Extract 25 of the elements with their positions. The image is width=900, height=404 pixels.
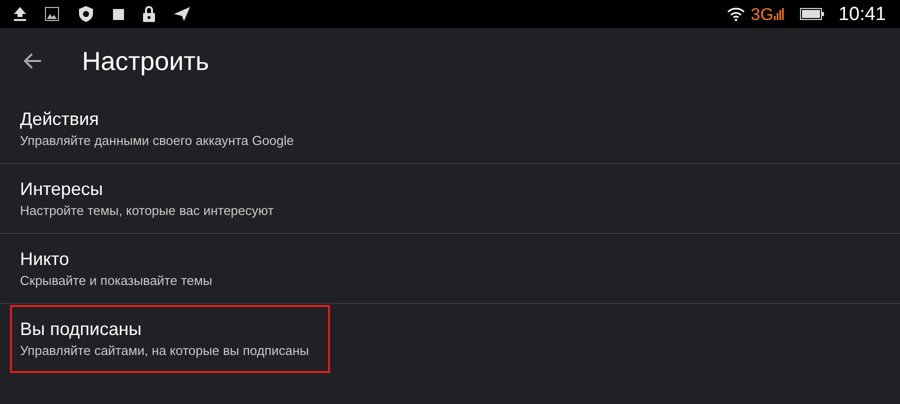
square-icon bbox=[113, 8, 124, 20]
settings-item[interactable]: Никто Скрывайте и показывайте темы bbox=[10, 234, 510, 302]
item-subtitle: Настройте темы, которые вас интересуют bbox=[20, 202, 275, 220]
battery-icon bbox=[800, 8, 824, 20]
page-title: Настроить bbox=[82, 44, 210, 78]
signal-icon bbox=[774, 8, 784, 20]
shield-icon bbox=[78, 6, 94, 22]
lock-icon bbox=[143, 6, 155, 22]
item-title: Никто bbox=[20, 248, 70, 270]
paper-plane-icon bbox=[174, 7, 190, 21]
back-arrow-icon bbox=[24, 53, 42, 69]
upload-icon bbox=[14, 7, 26, 21]
item-subtitle: Управляйте сайтами, на которые вы подписаны bbox=[20, 342, 310, 360]
clock-time: 10:41 bbox=[838, 4, 886, 24]
settings-item[interactable]: Вы подписаны Управляйте сайтами, на которые вы подписаны bbox=[10, 305, 330, 373]
wifi-icon bbox=[726, 7, 745, 21]
settings-item[interactable]: Действия Управляйте данными своего аккаунта Google bbox=[10, 94, 510, 162]
item-title: Интересы bbox=[20, 178, 104, 200]
image-icon bbox=[45, 7, 59, 21]
item-subtitle: Скрывайте и показывайте темы bbox=[20, 272, 214, 290]
item-title: Действия bbox=[20, 108, 100, 130]
item-title: Вы подписаны bbox=[20, 318, 142, 341]
settings-item[interactable]: Интересы Настройте темы, которые вас интересуют bbox=[10, 164, 510, 232]
network-type: 3G bbox=[750, 6, 774, 22]
item-subtitle: Управляйте данными своего аккаунта Google bbox=[20, 132, 295, 150]
